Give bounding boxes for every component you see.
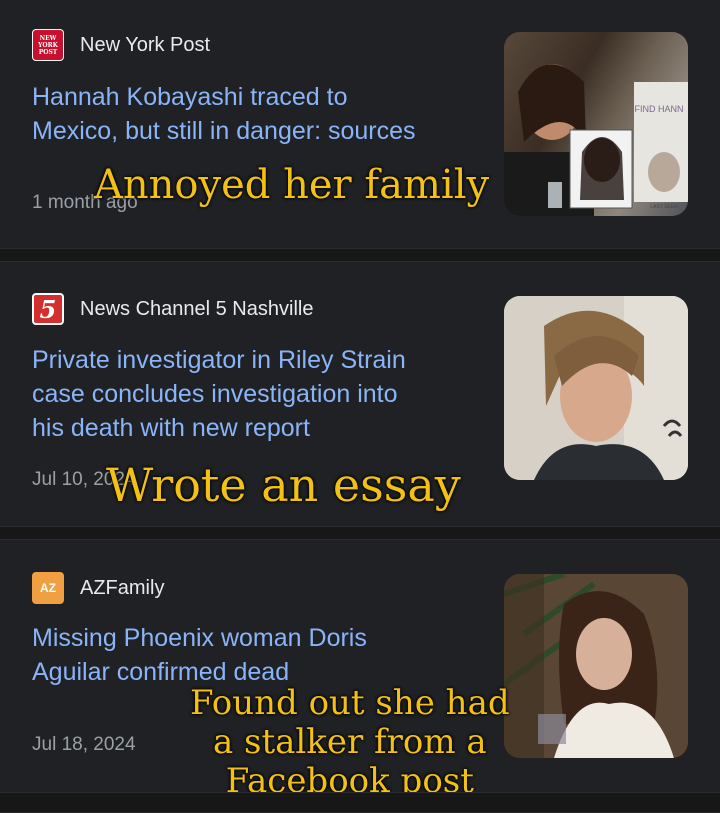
caption-essay: Wrote an essay — [106, 458, 461, 512]
headline-line: Mexico, but still in danger: sources — [32, 117, 416, 145]
new-york-post-favicon-icon: NEW YORK POST — [32, 29, 64, 61]
article-thumbnail[interactable] — [504, 574, 688, 758]
card-divider — [0, 248, 720, 262]
card-divider — [0, 792, 720, 813]
thumbnail-image: FIND HANN LAST SEEN — [504, 32, 688, 216]
azfamily-favicon-icon: AZ — [32, 572, 64, 604]
source-name: News Channel 5 Nashville — [80, 297, 314, 320]
source-name: New York Post — [80, 33, 211, 56]
headline-line: his death with new report — [32, 414, 310, 442]
favicon-text: AZ — [40, 581, 56, 595]
headline[interactable]: Hannah Kobayashi traced to Mexico, but s… — [32, 80, 482, 148]
headline-line: case concludes investigation into — [32, 380, 398, 408]
caption-stalker: Found out she had a stalker from a Faceb… — [190, 684, 510, 801]
news-card-2[interactable]: 5 News Channel 5 Nashville Private inves… — [0, 262, 720, 526]
article-thumbnail[interactable]: FIND HANN LAST SEEN — [504, 32, 688, 216]
sign-text: FIND HANN — [635, 104, 684, 114]
favicon-text: 5 — [39, 294, 57, 324]
source-row: AZ AZFamily — [32, 572, 164, 604]
caption-line: a stalker from a — [212, 722, 487, 762]
source-row: NEW YORK POST New York Post — [32, 29, 210, 61]
caption-annoyed: Annoyed her family — [94, 162, 490, 208]
headline-line: Missing Phoenix woman Doris — [32, 624, 367, 652]
thumbnail-image — [504, 574, 688, 758]
source-name: AZFamily — [80, 576, 165, 599]
date: Jul 18, 2024 — [32, 734, 136, 755]
article-thumbnail[interactable] — [504, 296, 688, 480]
news-card-1[interactable]: NEW YORK POST New York Post Hannah Kobay… — [0, 0, 720, 248]
headline[interactable]: Private investigator in Riley Strain cas… — [32, 343, 482, 445]
headline[interactable]: Missing Phoenix woman Doris Aguilar conf… — [32, 621, 482, 689]
news-card-3[interactable]: AZ AZFamily Missing Phoenix woman Doris … — [0, 540, 720, 801]
poster-text: LAST SEEN — [650, 204, 678, 210]
thumbnail-image — [504, 296, 688, 480]
favicon-text: NEW YORK POST — [38, 34, 58, 56]
headline-line: Hannah Kobayashi traced to — [32, 83, 348, 111]
headline-line: Private investigator in Riley Strain — [32, 346, 406, 374]
news-channel-5-favicon-icon: 5 — [32, 293, 64, 325]
card-divider — [0, 526, 720, 540]
source-row: 5 News Channel 5 Nashville — [32, 293, 313, 325]
caption-line: Found out she had — [190, 683, 510, 723]
